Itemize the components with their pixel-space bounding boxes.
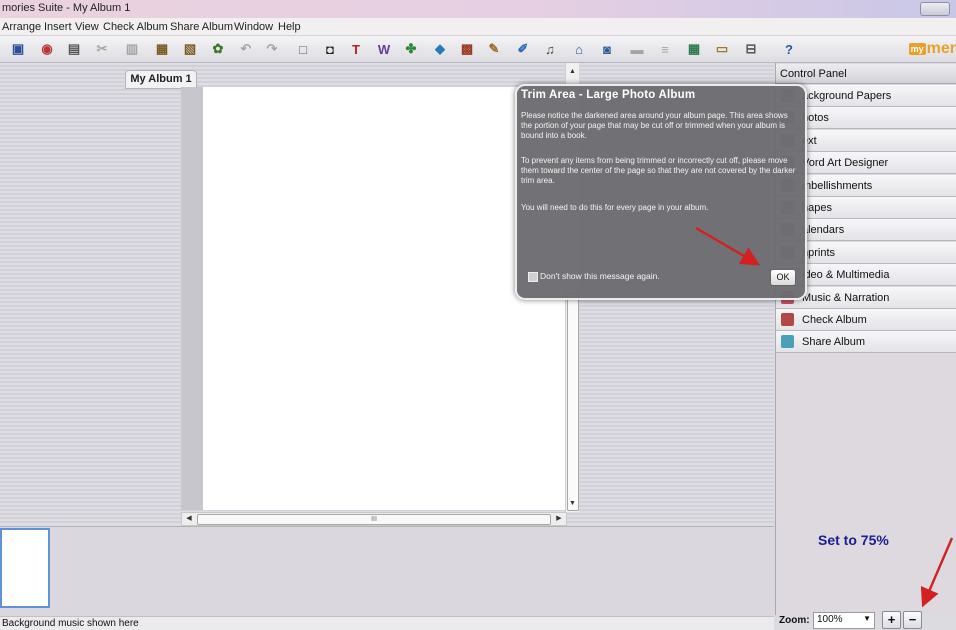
open-icon[interactable]: ◉ <box>37 39 57 59</box>
scroll-up-icon[interactable]: ▲ <box>566 65 579 78</box>
new-page-icon[interactable]: □ <box>293 39 313 59</box>
paste-special-icon[interactable]: ▧ <box>180 39 200 59</box>
window-control-button[interactable] <box>920 2 950 16</box>
toolbar: ▣ ◉ ▤ ✂ ▥ ▦ ▧ ✿ ↶ ↷ □ ◘ T W ✤ ◆ ▩ ✎ ✐ ♫ … <box>0 36 956 63</box>
share-album-icon <box>781 335 794 348</box>
menu-check-album[interactable]: Check Album <box>103 21 168 33</box>
vertical-scroll-thumb[interactable] <box>567 293 579 511</box>
help-icon[interactable]: ? <box>779 39 799 59</box>
music-icon[interactable]: ⌂ <box>569 39 589 59</box>
brand-logo: my mer <box>908 40 956 58</box>
brand-logo-box: my <box>908 43 926 55</box>
panel-item-label: mbellishments <box>802 180 873 192</box>
panel-item-label: Vord Art Designer <box>802 157 889 169</box>
window-title: mories Suite - My Album 1 <box>2 2 131 14</box>
chevron-down-icon: ▼ <box>863 614 871 623</box>
status-bar: Background music shown here <box>0 616 774 630</box>
horizontal-scroll-thumb[interactable]: III <box>197 514 551 525</box>
zoom-in-button[interactable]: + <box>882 611 901 629</box>
menu-view[interactable]: View <box>75 21 99 33</box>
scroll-right-icon[interactable]: ▶ <box>552 513 566 525</box>
panel-item-check-album[interactable]: Check Album <box>776 309 956 331</box>
check-album-icon[interactable]: ◙ <box>597 39 617 59</box>
dont-show-checkbox[interactable] <box>528 272 538 282</box>
calendar-icon[interactable]: ▩ <box>457 39 477 59</box>
embellishment-icon[interactable]: ✤ <box>401 39 421 59</box>
zoom-out-button[interactable]: − <box>903 611 922 629</box>
shape-icon[interactable]: ◆ <box>430 39 450 59</box>
menu-help[interactable]: Help <box>278 21 301 33</box>
zoom-select[interactable]: 100% ▼ <box>813 612 875 629</box>
dialog-title: Trim Area - Large Photo Album <box>521 89 696 101</box>
imprint-icon[interactable]: ✎ <box>484 39 504 59</box>
paste-icon[interactable]: ▦ <box>152 39 172 59</box>
align-icon[interactable]: ▦ <box>684 39 704 59</box>
zoom-value: 100% <box>817 614 843 625</box>
layer-back-icon[interactable]: ≡ <box>655 39 675 59</box>
ok-button[interactable]: OK <box>770 269 796 286</box>
share-album-icon[interactable]: ▬ <box>627 39 647 59</box>
page-thumbnail-strip <box>0 526 774 616</box>
redo-icon[interactable]: ↷ <box>262 39 282 59</box>
menu-arrange[interactable]: Arrange <box>2 21 41 33</box>
menu-bar: Arrange Insert View Check Album Share Al… <box>0 18 956 36</box>
video-icon[interactable]: ♫ <box>540 39 560 59</box>
save-icon[interactable]: ▣ <box>8 39 28 59</box>
panel-item-share-album[interactable]: Share Album <box>776 331 956 353</box>
album-page[interactable] <box>203 87 566 510</box>
dialog-paragraph-1: Please notice the darkened area around y… <box>521 111 788 140</box>
control-panel-header: Control Panel <box>776 64 956 84</box>
menu-share-album[interactable]: Share Album <box>170 21 233 33</box>
camera-icon[interactable]: ◘ <box>320 39 340 59</box>
title-bar: mories Suite - My Album 1 <box>0 0 956 18</box>
dont-show-label: Don't show this message again. <box>540 271 660 281</box>
undo-icon[interactable]: ↶ <box>236 39 256 59</box>
pen-icon[interactable]: ✐ <box>513 39 533 59</box>
cut-icon[interactable]: ✂ <box>92 39 112 59</box>
word-art-icon[interactable]: W <box>374 39 394 59</box>
panel-item-label: Share Album <box>802 336 865 348</box>
dialog-paragraph-3: You will need to do this for every page … <box>521 203 709 212</box>
panel-item-label: Music & Narration <box>802 292 890 304</box>
annotation-text: Set to 75% <box>818 532 889 548</box>
copy-icon[interactable]: ▥ <box>122 39 142 59</box>
panel-item-label: Check Album <box>802 314 867 326</box>
panel-item-label: ackground Papers <box>802 90 892 102</box>
settings-icon[interactable]: ✿ <box>208 39 228 59</box>
print-icon[interactable]: ▤ <box>64 39 84 59</box>
control-panel-title: Control Panel <box>780 68 847 80</box>
brand-logo-text: mer <box>926 40 956 57</box>
panel-item-label: ideo & Multimedia <box>802 269 890 281</box>
menu-insert[interactable]: Insert <box>44 21 72 33</box>
text-icon[interactable]: T <box>346 39 366 59</box>
zoom-label: Zoom: <box>779 615 810 626</box>
page-thumbnail[interactable] <box>0 528 50 608</box>
trim-area-dialog: Trim Area - Large Photo Album Please not… <box>515 84 807 300</box>
status-text: Background music shown here <box>2 618 139 629</box>
cart-icon[interactable]: ⊟ <box>741 39 761 59</box>
scroll-down-icon[interactable]: ▼ <box>566 497 579 510</box>
grid-icon[interactable]: ▭ <box>712 39 732 59</box>
dialog-paragraph-2: To prevent any items from being trimmed … <box>521 156 796 185</box>
scroll-left-icon[interactable]: ◀ <box>182 513 196 525</box>
check-album-icon <box>781 313 794 326</box>
menu-window[interactable]: Window <box>234 21 273 33</box>
horizontal-scrollbar[interactable]: ◀ III ▶ <box>181 512 567 526</box>
page-spine <box>181 87 203 510</box>
panel-item-label: alendars <box>802 224 845 236</box>
